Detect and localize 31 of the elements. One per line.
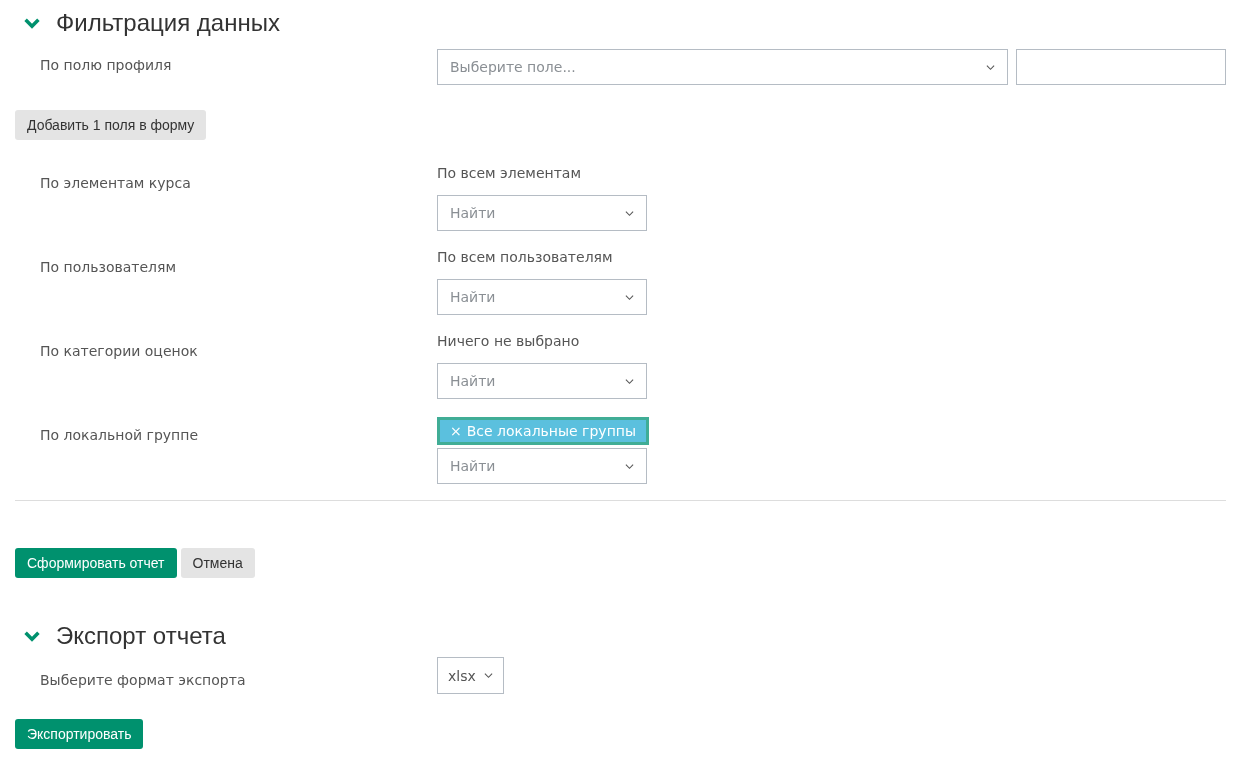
tag-label: Все локальные группы (466, 423, 636, 439)
selection-summary: Ничего не выбрано (437, 333, 580, 351)
remove-icon[interactable]: × (450, 423, 462, 439)
field-label: По пользователям (39, 258, 177, 277)
submit-button[interactable]: Сформировать отчет (15, 548, 177, 578)
chevron-down-icon (625, 292, 634, 302)
selection-summary: По всем элементам (437, 165, 581, 183)
dropdown[interactable]: Найти (437, 363, 647, 399)
section-title: Фильтрация данных (56, 9, 280, 37)
chevron-down-icon (986, 62, 995, 72)
field-label: По полю профиля (39, 56, 173, 75)
text-input[interactable] (1016, 49, 1226, 85)
dropdown[interactable]: Найти (437, 195, 647, 231)
selection-summary: По всем пользователям (437, 249, 613, 267)
dropdown[interactable]: Найти (437, 448, 647, 484)
field-label: Выберите формат экспорта (39, 670, 247, 688)
chevron-down-icon (625, 376, 634, 386)
add-field-button[interactable]: Добавить 1 поля в форму (15, 110, 207, 140)
field-label: По категории оценок (39, 342, 199, 361)
field-label: По локальной группе (39, 426, 199, 445)
chevron-down-icon (625, 461, 634, 471)
field-label: По элементам курса (39, 174, 192, 193)
dropdown[interactable]: Выберите поле... (437, 49, 1008, 85)
chevron-down-icon (483, 671, 493, 680)
cancel-button[interactable]: Отмена (180, 548, 255, 578)
section-title: Экспорт отчета (56, 622, 226, 650)
selected-tag[interactable]: × Все локальные группы (437, 417, 649, 445)
dropdown[interactable]: Найти (437, 279, 647, 315)
chevron-down-icon (625, 208, 634, 218)
export-button[interactable]: Экспортировать (15, 719, 144, 749)
dropdown[interactable]: xlsx (437, 657, 504, 694)
